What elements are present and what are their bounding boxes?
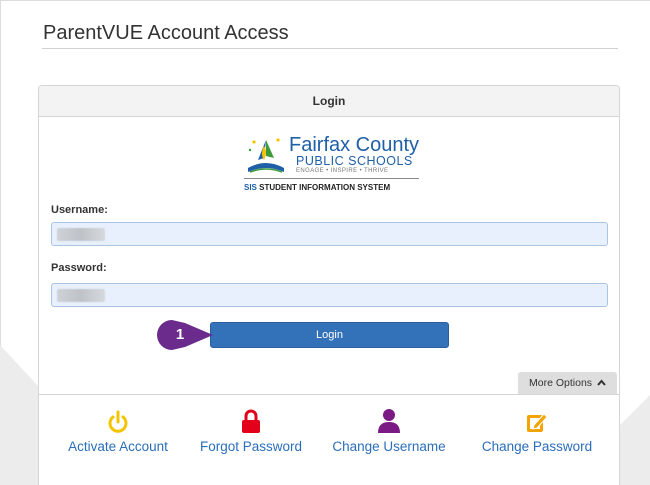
chevron-up-icon (597, 379, 606, 386)
step-number: 1 (175, 326, 185, 343)
title-divider (42, 48, 618, 49)
change-username-option[interactable]: Change Username (329, 408, 449, 454)
username-label: Username: (51, 204, 108, 216)
logo-line-sis: SIS STUDENT INFORMATION SYSTEM (244, 183, 390, 192)
page-title: ParentVUE Account Access (43, 22, 289, 44)
torch-icon (248, 138, 284, 173)
forgot-password-label: Forgot Password (199, 439, 303, 454)
login-button[interactable]: Login (210, 322, 449, 348)
user-icon (378, 409, 400, 433)
password-label: Password: (51, 262, 107, 274)
change-password-label: Change Password (481, 439, 593, 454)
more-options-label: More Options (529, 377, 593, 389)
activate-account-label: Activate Account (68, 439, 168, 454)
lock-icon (242, 409, 260, 433)
fcps-logo: Fairfax County PUBLIC SCHOOLS ENGAGE • I… (244, 134, 424, 196)
username-field[interactable] (51, 222, 608, 246)
sis-label: STUDENT INFORMATION SYSTEM (259, 183, 391, 192)
logo-divider (244, 178, 419, 179)
username-redacted-value (57, 228, 105, 241)
logo-line-tagline: ENGAGE • INSPIRE • THRIVE (296, 168, 389, 174)
more-options-button[interactable]: More Options (518, 372, 617, 394)
activate-account-option[interactable]: Activate Account (61, 408, 175, 454)
forgot-password-option[interactable]: Forgot Password (194, 408, 308, 454)
change-username-label: Change Username (332, 439, 446, 454)
power-icon (108, 410, 128, 433)
edit-icon (527, 413, 548, 432)
panel-header: Login (39, 86, 619, 117)
password-field[interactable] (51, 283, 608, 307)
options-divider (39, 394, 619, 395)
sis-mark: SIS (244, 183, 257, 192)
password-redacted-value (57, 289, 105, 302)
login-panel: Login Fairfax County PUBLIC SCHOOLS ENGA… (38, 85, 620, 485)
change-password-option[interactable]: Change Password (477, 408, 597, 454)
logo-line-public-schools: PUBLIC SCHOOLS (296, 154, 413, 168)
